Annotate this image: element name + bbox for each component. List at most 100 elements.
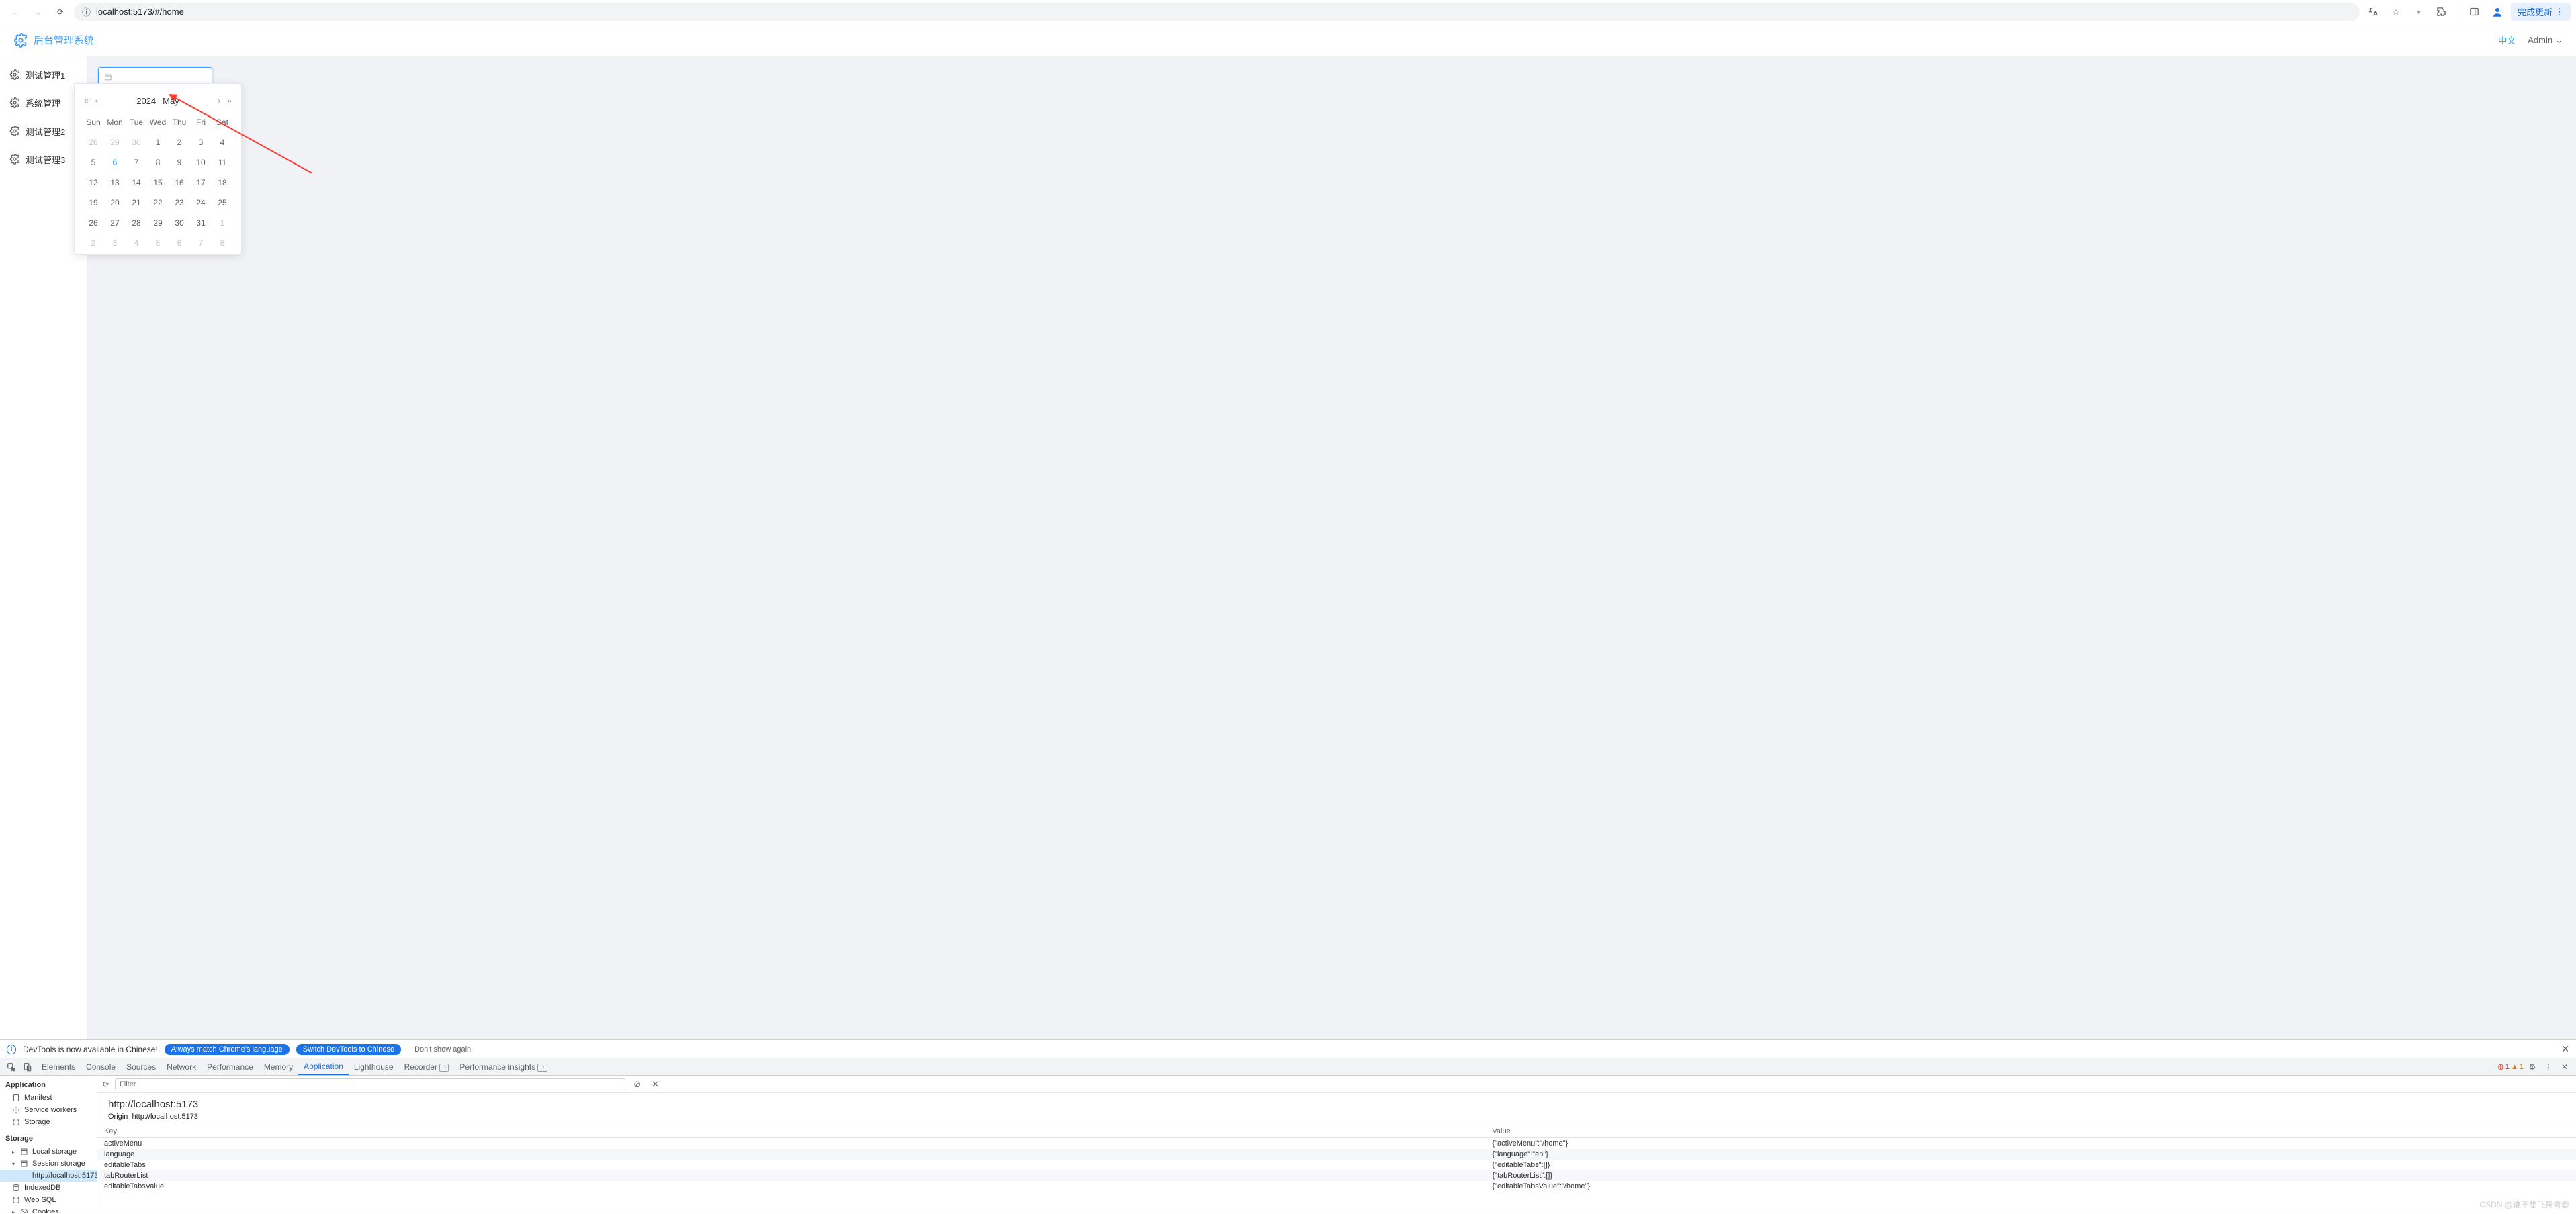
tab-application[interactable]: Application bbox=[298, 1059, 349, 1075]
table-row[interactable]: activeMenu{"activeMenu":"/home"} bbox=[97, 1138, 2576, 1150]
tab-elements[interactable]: Elements bbox=[36, 1060, 81, 1074]
refresh-icon[interactable]: ⟳ bbox=[103, 1080, 109, 1089]
month-label[interactable]: May bbox=[163, 96, 179, 106]
date-cell[interactable]: 22 bbox=[147, 194, 169, 212]
table-row[interactable]: editableTabsValue{"editableTabsValue":"/… bbox=[97, 1181, 2576, 1192]
date-cell[interactable]: 1 bbox=[147, 134, 169, 151]
tab-network[interactable]: Network bbox=[161, 1060, 202, 1074]
table-row[interactable]: editableTabs{"editableTabs":[]} bbox=[97, 1160, 2576, 1170]
extensions-icon[interactable] bbox=[2432, 3, 2451, 21]
date-cell[interactable]: 19 bbox=[83, 194, 104, 212]
indexeddb-item[interactable]: IndexedDB bbox=[0, 1182, 97, 1194]
col-value[interactable]: Value bbox=[1485, 1125, 2576, 1138]
translate-icon[interactable] bbox=[2364, 3, 2383, 21]
date-cell[interactable]: 11 bbox=[212, 154, 233, 171]
date-cell[interactable]: 27 bbox=[104, 214, 126, 232]
session-storage-origin[interactable]: http://localhost:5173 bbox=[0, 1170, 97, 1182]
site-info-icon[interactable]: ⓘ bbox=[82, 5, 91, 18]
inspect-icon[interactable] bbox=[4, 1060, 19, 1074]
date-cell[interactable]: 16 bbox=[169, 174, 190, 191]
date-cell[interactable]: 10 bbox=[190, 154, 212, 171]
date-cell[interactable]: 8 bbox=[147, 154, 169, 171]
service-workers-item[interactable]: Service workers bbox=[0, 1104, 97, 1116]
date-cell[interactable]: 20 bbox=[104, 194, 126, 212]
date-cell[interactable]: 6 bbox=[169, 234, 190, 252]
dont-show-again-button[interactable]: Don't show again bbox=[408, 1044, 478, 1055]
date-cell[interactable]: 12 bbox=[83, 174, 104, 191]
date-field[interactable] bbox=[116, 72, 207, 81]
date-cell[interactable]: 23 bbox=[169, 194, 190, 212]
more-icon[interactable]: ⋮ bbox=[2541, 1060, 2556, 1074]
date-cell[interactable]: 28 bbox=[83, 134, 104, 151]
local-storage-item[interactable]: Local storage bbox=[0, 1146, 97, 1158]
date-cell[interactable]: 3 bbox=[104, 234, 126, 252]
device-toggle-icon[interactable] bbox=[20, 1060, 35, 1074]
date-cell[interactable]: 3 bbox=[190, 134, 212, 151]
date-cell[interactable]: 6 bbox=[104, 154, 126, 171]
side-panel-icon[interactable] bbox=[2465, 3, 2484, 21]
date-cell[interactable]: 2 bbox=[83, 234, 104, 252]
date-cell[interactable]: 26 bbox=[83, 214, 104, 232]
date-cell[interactable]: 14 bbox=[126, 174, 147, 191]
table-row[interactable]: tabRouterList{"tabRouterList":[]} bbox=[97, 1170, 2576, 1181]
date-cell[interactable]: 28 bbox=[126, 214, 147, 232]
tab-lighthouse[interactable]: Lighthouse bbox=[349, 1060, 399, 1074]
user-menu[interactable]: Admin ⌄ bbox=[2528, 35, 2563, 46]
cookies-item[interactable]: Cookies bbox=[0, 1206, 97, 1213]
date-cell[interactable]: 18 bbox=[212, 174, 233, 191]
date-cell[interactable]: 15 bbox=[147, 174, 169, 191]
delete-icon[interactable]: ✕ bbox=[649, 1079, 662, 1090]
error-count[interactable]: ◍ 1 bbox=[2497, 1062, 2510, 1071]
date-cell[interactable]: 5 bbox=[147, 234, 169, 252]
date-cell[interactable]: 7 bbox=[190, 234, 212, 252]
date-cell[interactable]: 17 bbox=[190, 174, 212, 191]
date-cell[interactable]: 9 bbox=[169, 154, 190, 171]
storage-item[interactable]: Storage bbox=[0, 1116, 97, 1128]
clear-icon[interactable]: ⊘ bbox=[631, 1079, 643, 1090]
tab-console[interactable]: Console bbox=[81, 1060, 121, 1074]
websql-item[interactable]: Web SQL bbox=[0, 1194, 97, 1206]
date-cell[interactable]: 8 bbox=[212, 234, 233, 252]
devtools-close-button[interactable]: ✕ bbox=[2557, 1060, 2572, 1074]
next-month-button[interactable]: › bbox=[216, 95, 222, 107]
vue-devtools-icon[interactable]: ▾ bbox=[2409, 3, 2428, 21]
date-cell[interactable]: 4 bbox=[126, 234, 147, 252]
tab-performance[interactable]: Performance bbox=[202, 1060, 259, 1074]
warning-count[interactable]: ▲ 1 bbox=[2511, 1063, 2524, 1071]
filter-input[interactable] bbox=[115, 1078, 625, 1090]
update-button[interactable]: 完成更新 ⋮ bbox=[2511, 3, 2571, 21]
tab-performance-insights[interactable]: Performance insights ⚐ bbox=[454, 1060, 552, 1074]
session-storage-item[interactable]: Session storage bbox=[0, 1158, 97, 1170]
date-cell[interactable]: 1 bbox=[212, 214, 233, 232]
settings-icon[interactable]: ⚙ bbox=[2525, 1060, 2540, 1074]
manifest-item[interactable]: Manifest bbox=[0, 1092, 97, 1104]
prev-month-button[interactable]: ‹ bbox=[94, 95, 99, 107]
next-year-button[interactable]: » bbox=[226, 95, 233, 107]
date-cell[interactable]: 21 bbox=[126, 194, 147, 212]
forward-button[interactable]: → bbox=[28, 3, 47, 21]
profile-icon[interactable] bbox=[2488, 3, 2507, 21]
tab-recorder[interactable]: Recorder ⚐ bbox=[399, 1060, 455, 1074]
prev-year-button[interactable]: « bbox=[83, 95, 90, 107]
date-cell[interactable]: 2 bbox=[169, 134, 190, 151]
table-row[interactable]: language{"language":"en"} bbox=[97, 1149, 2576, 1160]
year-label[interactable]: 2024 bbox=[136, 96, 156, 106]
date-cell[interactable]: 25 bbox=[212, 194, 233, 212]
banner-close-button[interactable]: ✕ bbox=[2561, 1043, 2569, 1055]
date-cell[interactable]: 7 bbox=[126, 154, 147, 171]
date-cell[interactable]: 24 bbox=[190, 194, 212, 212]
address-bar[interactable]: ⓘ localhost:5173/#/home bbox=[74, 3, 2360, 21]
date-cell[interactable]: 29 bbox=[147, 214, 169, 232]
reload-button[interactable]: ⟳ bbox=[51, 3, 70, 21]
language-toggle[interactable]: 中文 bbox=[2498, 34, 2516, 46]
match-language-button[interactable]: Always match Chrome's language bbox=[165, 1044, 290, 1055]
date-cell[interactable]: 4 bbox=[212, 134, 233, 151]
back-button[interactable]: ← bbox=[5, 3, 24, 21]
date-cell[interactable]: 30 bbox=[126, 134, 147, 151]
date-cell[interactable]: 5 bbox=[83, 154, 104, 171]
tab-memory[interactable]: Memory bbox=[259, 1060, 298, 1074]
switch-language-button[interactable]: Switch DevTools to Chinese bbox=[296, 1044, 401, 1055]
date-cell[interactable]: 13 bbox=[104, 174, 126, 191]
tab-sources[interactable]: Sources bbox=[121, 1060, 161, 1074]
date-cell[interactable]: 29 bbox=[104, 134, 126, 151]
